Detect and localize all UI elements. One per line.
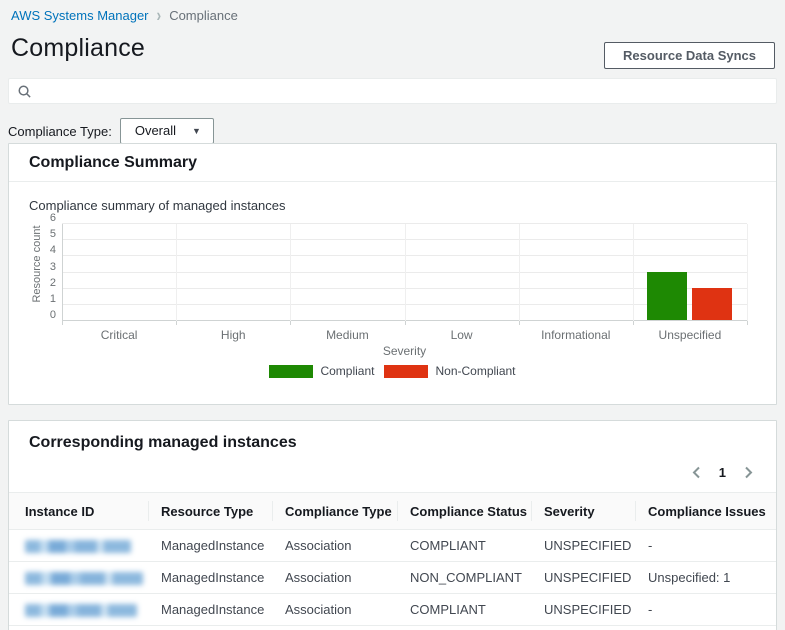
gridline bbox=[519, 224, 520, 321]
previous-page-button[interactable] bbox=[691, 466, 702, 479]
x-category-label: Unspecified bbox=[659, 328, 722, 342]
page-number-current[interactable]: 1 bbox=[719, 465, 726, 480]
cell-instance-id bbox=[9, 594, 161, 626]
compliance-type-selected-value: Overall bbox=[135, 123, 176, 138]
x-tick bbox=[405, 321, 406, 325]
page-title: Compliance bbox=[11, 34, 145, 63]
y-tick-label: 4 bbox=[50, 244, 56, 256]
table-row: ManagedInstanceAssociationCOMPLIANTUNSPE… bbox=[9, 530, 776, 562]
chart-legend: Compliant Non-Compliant bbox=[20, 364, 765, 378]
legend-label: Compliant bbox=[320, 364, 374, 378]
y-tick-label: 1 bbox=[50, 293, 56, 305]
compliance-summary-chart: Resource count 0123456CriticalHighMedium… bbox=[20, 218, 765, 393]
gridline bbox=[176, 224, 177, 321]
chevron-right-icon bbox=[743, 466, 754, 479]
managed-instances-card: Corresponding managed instances 1 Instan… bbox=[8, 420, 777, 630]
column-header-compliance-issues: Compliance Issues bbox=[648, 493, 776, 530]
gridline bbox=[290, 224, 291, 321]
column-header-severity: Severity bbox=[544, 493, 648, 530]
gridline bbox=[633, 224, 634, 321]
column-header-compliance-status: Compliance Status bbox=[410, 493, 544, 530]
cell-instance-id bbox=[9, 530, 161, 562]
x-tick bbox=[290, 321, 291, 325]
x-tick bbox=[747, 321, 748, 325]
managed-instances-table: Instance ID Resource Type Compliance Typ… bbox=[9, 492, 776, 626]
cell-compliance-issues: Unspecified: 1 bbox=[648, 562, 776, 594]
breadcrumb-chevron-icon: › bbox=[157, 5, 162, 26]
bar-non-compliant-unspecified bbox=[692, 288, 732, 320]
x-category-label: Medium bbox=[326, 328, 369, 342]
cell-compliance-issues: - bbox=[648, 594, 776, 626]
cell-severity: UNSPECIFIED bbox=[544, 594, 648, 626]
compliance-type-filter: Compliance Type: Overall ▼ bbox=[8, 118, 214, 144]
chart-x-axis-label: Severity bbox=[62, 344, 747, 358]
cell-severity: UNSPECIFIED bbox=[544, 562, 648, 594]
column-header-resource-type: Resource Type bbox=[161, 493, 285, 530]
compliance-summary-title: Compliance Summary bbox=[9, 144, 776, 182]
managed-instances-title: Corresponding managed instances bbox=[9, 421, 776, 461]
table-row: ManagedInstanceAssociationCOMPLIANTUNSPE… bbox=[9, 594, 776, 626]
column-header-compliance-type: Compliance Type bbox=[285, 493, 410, 530]
x-tick bbox=[519, 321, 520, 325]
instance-id-link-redacted[interactable] bbox=[25, 572, 143, 585]
compliance-type-select[interactable]: Overall ▼ bbox=[120, 118, 214, 144]
chart-y-axis-label: Resource count bbox=[31, 209, 43, 319]
pagination: 1 bbox=[691, 465, 754, 480]
bar-compliant-unspecified bbox=[647, 272, 687, 321]
cell-compliance-type: Association bbox=[285, 594, 410, 626]
instance-id-link-redacted[interactable] bbox=[25, 604, 137, 617]
y-tick-label: 5 bbox=[50, 228, 56, 240]
legend-label: Non-Compliant bbox=[435, 364, 515, 378]
y-tick-label: 0 bbox=[50, 309, 56, 321]
breadcrumb: AWS Systems Manager › Compliance bbox=[11, 7, 238, 23]
legend-item: Compliant bbox=[269, 364, 374, 378]
chart-subtitle: Compliance summary of managed instances bbox=[29, 198, 756, 213]
breadcrumb-current: Compliance bbox=[169, 8, 238, 23]
chart-plot-area: 0123456CriticalHighMediumLowInformationa… bbox=[62, 224, 747, 321]
table-header-row: Instance ID Resource Type Compliance Typ… bbox=[9, 493, 776, 530]
compliance-type-label: Compliance Type: bbox=[8, 124, 112, 139]
legend-swatch-icon bbox=[269, 365, 313, 378]
y-tick-label: 3 bbox=[50, 261, 56, 273]
cell-compliance-status: COMPLIANT bbox=[410, 594, 544, 626]
column-header-instance-id: Instance ID bbox=[9, 493, 161, 530]
y-axis-line bbox=[62, 224, 63, 325]
cell-compliance-status: NON_COMPLIANT bbox=[410, 562, 544, 594]
y-tick-label: 6 bbox=[50, 212, 56, 224]
gridline bbox=[747, 224, 748, 321]
x-tick bbox=[176, 321, 177, 325]
cell-resource-type: ManagedInstance bbox=[161, 530, 285, 562]
instance-id-link-redacted[interactable] bbox=[25, 540, 131, 553]
cell-instance-id bbox=[9, 562, 161, 594]
legend-swatch-icon bbox=[384, 365, 428, 378]
x-tick bbox=[633, 321, 634, 325]
next-page-button[interactable] bbox=[743, 466, 754, 479]
x-category-label: High bbox=[221, 328, 246, 342]
x-category-label: Low bbox=[451, 328, 473, 342]
y-tick-label: 2 bbox=[50, 277, 56, 289]
cell-resource-type: ManagedInstance bbox=[161, 594, 285, 626]
chevron-down-icon: ▼ bbox=[192, 126, 201, 136]
cell-compliance-issues: - bbox=[648, 530, 776, 562]
search-input[interactable] bbox=[40, 84, 768, 99]
search-bar[interactable] bbox=[8, 78, 777, 104]
cell-compliance-type: Association bbox=[285, 562, 410, 594]
chevron-left-icon bbox=[691, 466, 702, 479]
cell-severity: UNSPECIFIED bbox=[544, 530, 648, 562]
cell-compliance-status: COMPLIANT bbox=[410, 530, 544, 562]
breadcrumb-link-systems-manager[interactable]: AWS Systems Manager bbox=[11, 8, 149, 23]
x-tick bbox=[62, 321, 63, 325]
table-row: ManagedInstanceAssociationNON_COMPLIANTU… bbox=[9, 562, 776, 594]
x-category-label: Informational bbox=[541, 328, 610, 342]
gridline bbox=[405, 224, 406, 321]
search-icon bbox=[17, 84, 32, 99]
legend-item: Non-Compliant bbox=[384, 364, 515, 378]
resource-data-syncs-button[interactable]: Resource Data Syncs bbox=[604, 42, 775, 69]
cell-compliance-type: Association bbox=[285, 530, 410, 562]
cell-resource-type: ManagedInstance bbox=[161, 562, 285, 594]
x-category-label: Critical bbox=[101, 328, 138, 342]
